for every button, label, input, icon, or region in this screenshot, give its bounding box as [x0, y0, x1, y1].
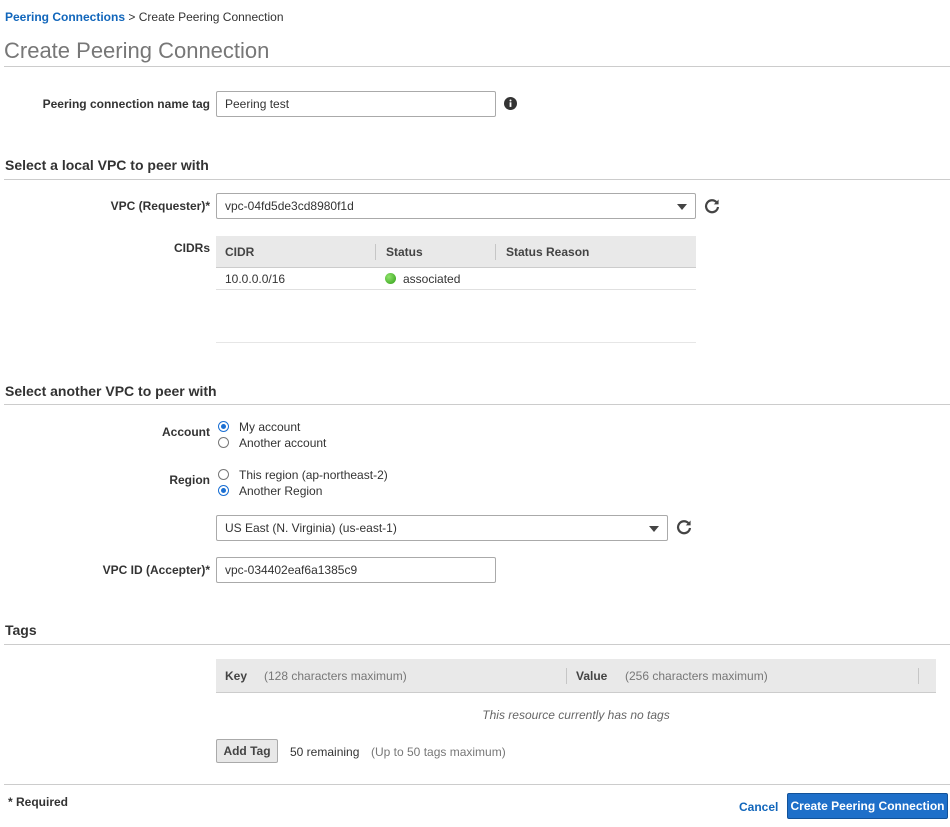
- region-option-another-label: Another Region: [239, 484, 323, 498]
- column-separator: [918, 668, 919, 684]
- vpc-accepter-label: VPC ID (Accepter)*: [102, 563, 210, 577]
- vpc-accepter-input[interactable]: [216, 557, 496, 583]
- refresh-icon[interactable]: [704, 198, 720, 214]
- tags-key-hint: (128 characters maximum): [264, 669, 407, 683]
- create-peering-connection-button[interactable]: Create Peering Connection: [787, 793, 948, 819]
- status-column-header[interactable]: Status: [377, 236, 423, 268]
- region-select[interactable]: US East (N. Virginia) (us-east-1): [216, 515, 668, 541]
- title-divider: [4, 66, 950, 67]
- column-separator: [495, 244, 496, 260]
- tags-key-header: Key: [225, 669, 248, 683]
- cidr-table-header: CIDR Status Status Reason: [216, 236, 696, 268]
- refresh-icon[interactable]: [676, 519, 692, 535]
- status-ok-icon: [385, 273, 396, 284]
- tags-remaining: 50 remaining: [290, 745, 360, 759]
- local-section-divider: [4, 179, 950, 180]
- required-note: * Required: [8, 795, 69, 809]
- region-option-this[interactable]: This region (ap-northeast-2): [218, 468, 388, 483]
- chevron-down-icon: [677, 204, 687, 210]
- breadcrumb-separator: >: [128, 10, 136, 24]
- tags-value-hint: (256 characters maximum): [625, 669, 768, 683]
- info-icon[interactable]: [504, 97, 517, 110]
- chevron-down-icon: [649, 526, 659, 532]
- account-option-another[interactable]: Another account: [218, 436, 326, 451]
- column-separator: [375, 244, 376, 260]
- table-bottom-border: [216, 342, 696, 343]
- status-cell: associated: [403, 272, 461, 286]
- region-option-this-label: This region (ap-northeast-2): [239, 468, 388, 482]
- vpc-requester-label: VPC (Requester)*: [110, 199, 210, 213]
- account-label: Account: [162, 425, 210, 439]
- another-vpc-section-title: Select another VPC to peer with: [5, 383, 217, 399]
- table-row[interactable]: 10.0.0.0/16 associated: [216, 268, 696, 290]
- cidr-column-header[interactable]: CIDR: [216, 236, 254, 268]
- cancel-button[interactable]: Cancel: [739, 800, 778, 814]
- tags-value-header: Value: [576, 669, 608, 683]
- name-tag-label: Peering connection name tag: [42, 97, 210, 111]
- cidr-table: CIDR Status Status Reason 10.0.0.0/16 as…: [216, 236, 696, 344]
- radio-selected[interactable]: [218, 485, 229, 496]
- vpc-requester-value: vpc-04fd5de3cd8980f1d: [225, 199, 354, 213]
- radio-selected[interactable]: [218, 421, 229, 432]
- page-title: Create Peering Connection: [4, 38, 270, 63]
- tags-section-divider: [4, 644, 950, 645]
- radio-unselected[interactable]: [218, 437, 229, 448]
- breadcrumb: Peering Connections > Create Peering Con…: [5, 10, 284, 24]
- breadcrumb-current: Create Peering Connection: [138, 10, 284, 24]
- name-tag-input[interactable]: [216, 91, 496, 117]
- region-option-another[interactable]: Another Region: [218, 484, 322, 499]
- tags-limit-hint: (Up to 50 tags maximum): [371, 745, 506, 759]
- status-reason-column-header[interactable]: Status Reason: [497, 236, 589, 268]
- local-vpc-section-title: Select a local VPC to peer with: [5, 157, 209, 173]
- tags-empty-message: This resource currently has no tags: [482, 708, 670, 722]
- account-option-another-label: Another account: [239, 436, 327, 450]
- vpc-requester-select[interactable]: vpc-04fd5de3cd8980f1d: [216, 193, 696, 219]
- cidr-cell: 10.0.0.0/16: [225, 272, 286, 286]
- account-option-my[interactable]: My account: [218, 420, 300, 435]
- add-tag-button[interactable]: Add Tag: [216, 739, 278, 763]
- column-separator: [566, 668, 567, 684]
- tags-table-header: Key (128 characters maximum) Value (256 …: [216, 659, 936, 693]
- cidrs-label: CIDRs: [173, 241, 210, 255]
- radio-unselected[interactable]: [218, 469, 229, 480]
- tags-section-title: Tags: [5, 622, 37, 638]
- another-section-divider: [4, 404, 950, 405]
- region-label: Region: [169, 473, 210, 487]
- footer-divider: [4, 784, 950, 785]
- account-option-my-label: My account: [239, 420, 301, 434]
- region-select-value: US East (N. Virginia) (us-east-1): [225, 521, 397, 535]
- breadcrumb-peering-connections-link[interactable]: Peering Connections: [5, 10, 125, 24]
